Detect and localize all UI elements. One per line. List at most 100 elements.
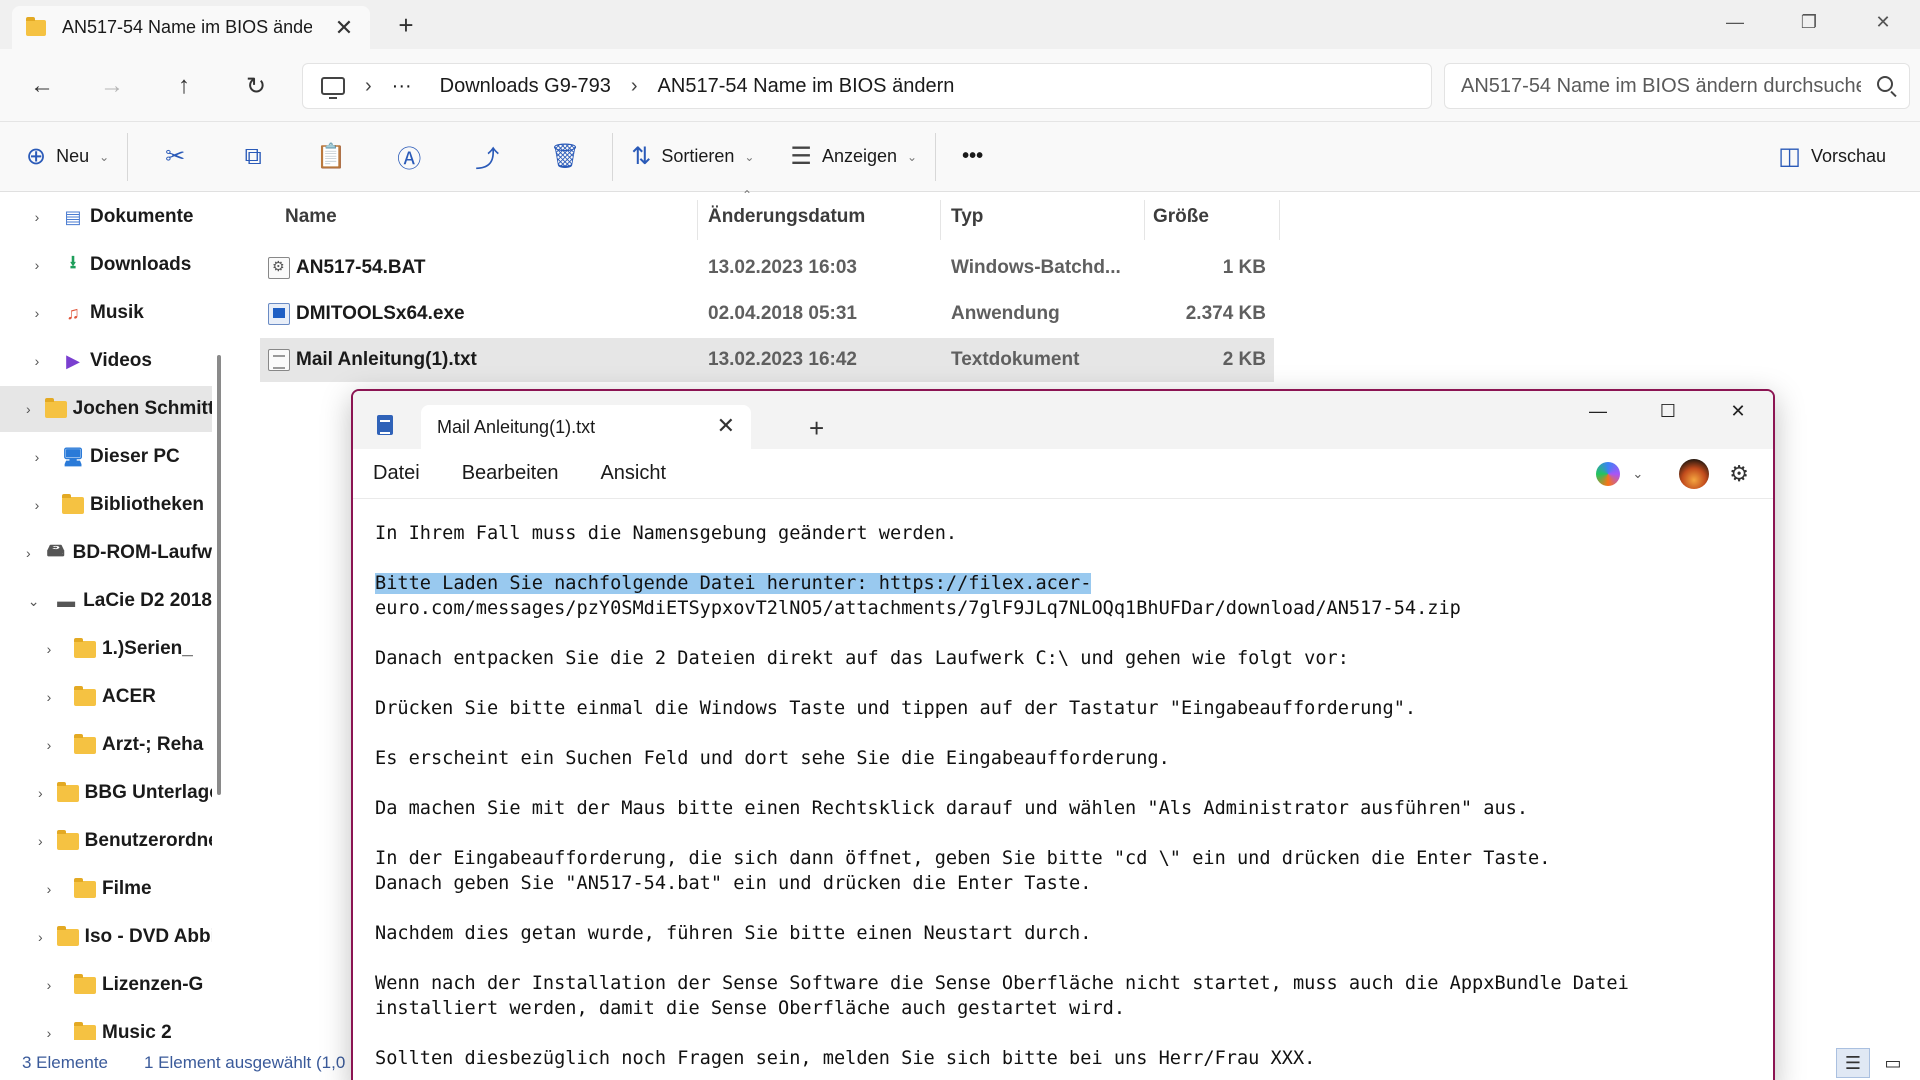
up-button[interactable]: ↑ xyxy=(164,67,204,105)
file-row-bat[interactable]: AN517-54.BAT 13.02.2023 16:03 Windows-Ba… xyxy=(260,246,1274,290)
column-header-date[interactable]: Änderungsdatum xyxy=(708,192,865,242)
sidebar-item-bd-rom[interactable]: › 🖴 BD-ROM-Laufwerk xyxy=(0,530,212,576)
chevron-right-icon[interactable]: › xyxy=(26,257,48,273)
sidebar-item-acer[interactable]: › ACER xyxy=(0,674,212,720)
column-divider[interactable] xyxy=(1144,200,1145,240)
breadcrumb-downloads[interactable]: Downloads G9-793 xyxy=(440,75,611,98)
rename-button[interactable]: Ⓐ xyxy=(370,133,448,181)
sidebar-item-music-2[interactable]: › Music 2 xyxy=(0,1010,212,1040)
chevron-right-icon[interactable]: › xyxy=(365,75,372,98)
notepad-tab[interactable]: Mail Anleitung(1).txt ✕ xyxy=(421,405,751,449)
sidebar-item-user-folder[interactable]: › Jochen Schmitt xyxy=(0,386,212,432)
chevron-right-icon[interactable]: › xyxy=(26,449,48,465)
sidebar-item-label: Downloads xyxy=(90,254,192,275)
address-bar[interactable]: › ··· Downloads G9-793 › AN517-54 Name i… xyxy=(302,63,1432,109)
sidebar-item-arzt[interactable]: › Arzt-; Reha xyxy=(0,722,212,768)
paste-button[interactable]: 📋 xyxy=(292,133,370,181)
sidebar-item-label: Filme xyxy=(102,878,152,899)
sidebar-item-filme[interactable]: › Filme xyxy=(0,866,212,912)
sidebar-item-lacie-drive[interactable]: ⌄ ▬ LaCie D2 2018 xyxy=(0,578,212,624)
sidebar-item-libraries[interactable]: › Bibliotheken xyxy=(0,482,212,528)
sort-button[interactable]: ⇅ Sortieren ⌄ xyxy=(621,133,764,181)
column-header-type[interactable]: Typ xyxy=(951,192,983,242)
chevron-right-icon[interactable]: › xyxy=(38,833,43,849)
close-window-button[interactable]: ✕ xyxy=(1703,391,1773,431)
chevron-down-icon[interactable]: ⌄ xyxy=(26,593,41,610)
chevron-right-icon[interactable]: › xyxy=(26,353,48,369)
back-button[interactable]: ← xyxy=(22,67,62,105)
close-tab-icon[interactable]: ✕ xyxy=(717,413,735,439)
chevron-right-icon[interactable]: › xyxy=(38,689,60,705)
chevron-right-icon[interactable]: › xyxy=(26,401,31,417)
sidebar-scrollbar[interactable] xyxy=(217,355,221,795)
chevron-right-icon[interactable]: › xyxy=(631,75,638,98)
new-tab-button[interactable]: + xyxy=(392,10,420,41)
avatar[interactable] xyxy=(1679,459,1710,489)
more-options-button[interactable]: ••• xyxy=(952,133,993,181)
menu-edit[interactable]: Bearbeiten xyxy=(462,462,559,485)
forward-button[interactable]: → xyxy=(92,67,132,105)
details-view-button[interactable]: ☰ xyxy=(1836,1048,1870,1078)
search-icon[interactable] xyxy=(1877,76,1893,92)
copilot-icon[interactable] xyxy=(1596,462,1621,486)
chevron-right-icon[interactable]: › xyxy=(26,545,31,561)
search-input[interactable] xyxy=(1461,74,1861,98)
folder-icon xyxy=(62,493,84,515)
menu-view[interactable]: Ansicht xyxy=(600,462,666,485)
plus-circle-icon: ⊕ xyxy=(26,143,47,170)
delete-button[interactable]: 🗑 xyxy=(526,133,604,181)
notepad-window: Mail Anleitung(1).txt ✕ + — ☐ ✕ Datei Be… xyxy=(351,389,1775,1080)
sidebar-item-documents[interactable]: › ▤ Dokumente xyxy=(0,194,212,240)
text-line: Es erscheint ein Suchen Feld und dort se… xyxy=(375,748,1170,769)
chevron-right-icon[interactable]: › xyxy=(38,929,43,945)
sidebar-item-this-pc[interactable]: › 🖥 Dieser PC xyxy=(0,434,212,480)
chevron-right-icon[interactable]: › xyxy=(38,1025,60,1040)
chevron-right-icon[interactable]: › xyxy=(26,209,48,225)
restore-button[interactable]: ❐ xyxy=(1772,0,1846,44)
column-divider[interactable] xyxy=(1279,200,1280,240)
chevron-right-icon[interactable]: › xyxy=(38,737,60,753)
chevron-down-icon[interactable]: ⌄ xyxy=(1632,466,1643,482)
search-box[interactable] xyxy=(1444,63,1910,109)
refresh-button[interactable]: ↻ xyxy=(236,67,276,105)
file-row-exe[interactable]: DMITOOLSx64.exe 02.04.2018 05:31 Anwendu… xyxy=(260,292,1274,336)
tiles-view-button[interactable]: ▭ xyxy=(1876,1048,1910,1078)
chevron-right-icon[interactable]: › xyxy=(38,977,60,993)
chevron-right-icon[interactable]: › xyxy=(26,305,48,321)
close-tab-icon[interactable]: ✕ xyxy=(332,15,356,41)
preview-button[interactable]: ◫ Vorschau xyxy=(1768,133,1896,181)
sidebar-item-downloads[interactable]: › ⭳ Downloads xyxy=(0,242,212,288)
breadcrumb-current-folder[interactable]: AN517-54 Name im BIOS ändern xyxy=(658,75,955,98)
close-window-button[interactable]: ✕ xyxy=(1846,0,1920,44)
sidebar-item-iso-dvd[interactable]: › Iso - DVD Abbilder xyxy=(0,914,212,960)
column-divider[interactable] xyxy=(697,200,698,240)
sidebar-item-music[interactable]: › ♫ Musik xyxy=(0,290,212,336)
chevron-right-icon[interactable]: › xyxy=(38,881,60,897)
chevron-right-icon[interactable]: › xyxy=(26,497,48,513)
column-divider[interactable] xyxy=(940,200,941,240)
cut-button[interactable]: ✂ xyxy=(136,133,214,181)
breadcrumb-ellipsis[interactable]: ··· xyxy=(392,75,412,98)
view-button[interactable]: ☰ Anzeigen ⌄ xyxy=(780,133,927,181)
copy-button[interactable]: ⧉ xyxy=(214,133,292,181)
menu-file[interactable]: Datei xyxy=(373,462,420,485)
share-button[interactable]: ⤴ xyxy=(448,133,526,181)
new-tab-button[interactable]: + xyxy=(809,413,824,444)
sidebar-item-serien[interactable]: › 1.)Serien_ xyxy=(0,626,212,672)
minimize-button[interactable]: — xyxy=(1698,0,1772,44)
maximize-button[interactable]: ☐ xyxy=(1633,391,1703,431)
gear-icon[interactable]: ⚙ xyxy=(1729,461,1749,487)
chevron-right-icon[interactable]: › xyxy=(38,785,43,801)
file-row-txt[interactable]: Mail Anleitung(1).txt 13.02.2023 16:42 T… xyxy=(260,338,1274,382)
text-editor[interactable]: In Ihrem Fall muss die Namensgebung geän… xyxy=(375,521,1755,1080)
minimize-button[interactable]: — xyxy=(1563,391,1633,431)
column-header-name[interactable]: Name xyxy=(285,192,337,242)
new-button[interactable]: ⊕ Neu ⌄ xyxy=(16,133,119,181)
sidebar-item-bbg[interactable]: › BBG Unterlagen xyxy=(0,770,212,816)
sidebar-item-lizenzen[interactable]: › Lizenzen-G xyxy=(0,962,212,1008)
column-header-size[interactable]: Größe xyxy=(1153,192,1209,242)
sidebar-item-videos[interactable]: › ▶ Videos xyxy=(0,338,212,384)
sidebar-item-benutzerordner[interactable]: › Benutzerordner xyxy=(0,818,212,864)
chevron-right-icon[interactable]: › xyxy=(38,641,60,657)
explorer-tab[interactable]: AN517-54 Name im BIOS ändern ✕ xyxy=(12,6,370,49)
